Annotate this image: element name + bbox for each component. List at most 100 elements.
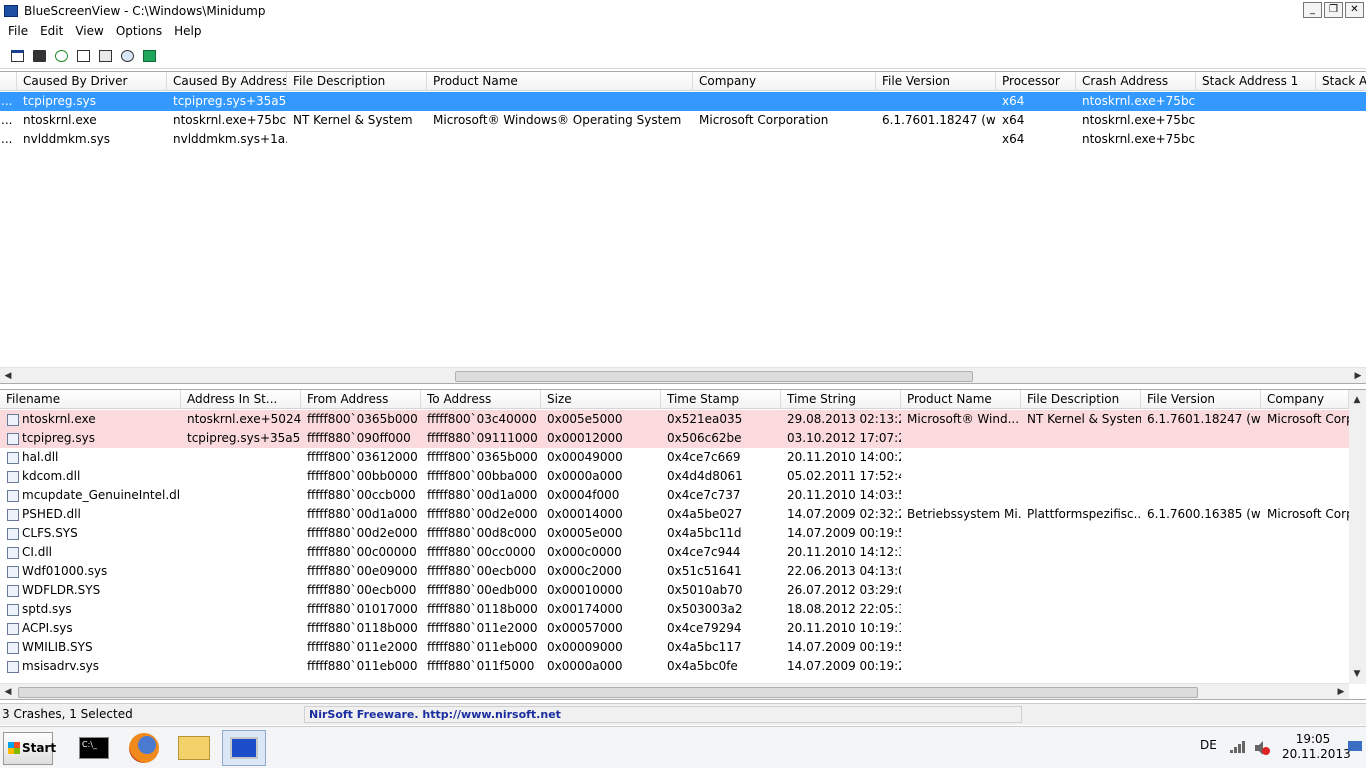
column-header-product-name[interactable]: Product Name (901, 390, 1021, 409)
properties-icon[interactable] (8, 47, 26, 65)
cell-from-address: fffff800`03612000 (307, 450, 418, 464)
column-header-caused-by-driver[interactable]: Caused By Driver (17, 72, 167, 91)
show-desktop-icon[interactable] (1348, 741, 1362, 753)
crash-row[interactable]: ... nvlddmkm.sys nvlddmkm.sys+1a... x64 … (0, 130, 1366, 149)
nirsoft-link[interactable]: NirSoft Freeware. http://www.nirsoft.net (304, 706, 1022, 723)
column-header-crash-address[interactable]: Crash Address (1076, 72, 1196, 91)
cell-processor: x64 (1002, 94, 1025, 108)
start-button[interactable]: Start (3, 732, 56, 765)
cell-time-string: 14.07.2009 00:19:57 (787, 526, 901, 540)
driver-row[interactable]: sptd.sys fffff880`01017000 fffff880`0118b0… (0, 600, 1349, 619)
driver-row[interactable]: mcupdate_GenuineIntel.dll fffff880`00ccb0… (0, 486, 1349, 505)
column-header-time-stamp[interactable]: Time Stamp (661, 390, 781, 409)
menu-options[interactable]: Options (110, 24, 168, 38)
cell-file-description: NT Kernel & System (1027, 412, 1141, 426)
column-header-stack-address-1[interactable]: Stack Address 1 (1196, 72, 1316, 91)
cell-filename: mcupdate_GenuineIntel.dll (22, 488, 181, 502)
cell-processor: x64 (1002, 132, 1025, 146)
cell-from-address: fffff880`011e2000 (307, 640, 418, 654)
scroll-up-icon[interactable]: ▲ (1349, 392, 1365, 409)
cell-time-string: 20.11.2010 10:19:16 (787, 621, 901, 635)
driver-row[interactable]: kdcom.dll fffff800`00bb0000 fffff800`00bba… (0, 467, 1349, 486)
column-header-from-address[interactable]: From Address (301, 390, 421, 409)
column-header-to-address[interactable]: To Address (421, 390, 541, 409)
menu-help[interactable]: Help (168, 24, 207, 38)
scroll-left-icon[interactable]: ◀ (0, 368, 16, 383)
cell-size: 0x0004f000 (547, 488, 620, 502)
column-header-file-version[interactable]: File Version (876, 72, 996, 91)
copy-icon[interactable] (74, 47, 92, 65)
scroll-right-icon[interactable]: ▶ (1333, 684, 1349, 699)
driver-row[interactable]: ntoskrnl.exe ntoskrnl.exe+5024ec fffff800`… (0, 410, 1349, 429)
column-header-stack-address-2[interactable]: Stack Ad (1316, 72, 1366, 91)
driver-list-vscrollbar[interactable]: ▲ ▼ (1349, 390, 1366, 684)
scrollbar-thumb[interactable] (18, 687, 1198, 698)
firefox-icon[interactable] (122, 730, 166, 766)
cmd-icon[interactable]: C:\_ (72, 730, 116, 766)
cell-time-string: 26.07.2012 03:29:04 (787, 583, 901, 597)
scroll-right-icon[interactable]: ▶ (1350, 368, 1366, 383)
menu-edit[interactable]: Edit (34, 24, 69, 38)
refresh-icon[interactable] (52, 47, 70, 65)
crash-row[interactable]: ... ntoskrnl.exe ntoskrnl.exe+75bc0 NT K… (0, 111, 1366, 130)
explorer-icon[interactable] (172, 730, 216, 766)
column-header-file-description[interactable]: File Description (1021, 390, 1141, 409)
cell-stack-address-1 (1196, 111, 1316, 130)
cell-to-address: fffff880`00d1a000 (427, 488, 538, 502)
cell-address-in-stack (181, 505, 301, 524)
column-header-address-in-stack[interactable]: Address In St... (181, 390, 301, 409)
column-header-prefix[interactable] (0, 72, 17, 91)
driver-row[interactable]: CI.dll fffff880`00c00000 fffff880`00cc0000… (0, 543, 1349, 562)
cell-to-address: fffff880`00ecb000 (427, 564, 537, 578)
menu-view[interactable]: View (69, 24, 109, 38)
scroll-left-icon[interactable]: ◀ (0, 684, 16, 699)
cell-size: 0x0000a000 (547, 469, 623, 483)
driver-row[interactable]: WDFLDR.SYS fffff880`00ecb000 fffff880`00ed… (0, 581, 1349, 600)
bluescreenview-icon[interactable] (222, 730, 266, 766)
minimize-button[interactable]: _ (1303, 2, 1322, 18)
cell-size: 0x00057000 (547, 621, 623, 635)
volume-muted-icon[interactable] (1254, 741, 1270, 755)
column-header-file-description[interactable]: File Description (287, 72, 427, 91)
cell-time-stamp: 0x521ea035 (667, 412, 743, 426)
crash-row[interactable]: ... tcpipreg.sys tcpipreg.sys+35a5 x64 n… (0, 92, 1366, 111)
driver-row[interactable]: WMILIB.SYS fffff880`011e2000 fffff880`011e… (0, 638, 1349, 657)
driver-row[interactable]: Wdf01000.sys fffff880`00e09000 fffff880`00… (0, 562, 1349, 581)
column-header-caused-by-address[interactable]: Caused By Address (167, 72, 287, 91)
clock[interactable]: 19:05 20.11.2013 (1282, 732, 1351, 762)
save-icon[interactable] (30, 47, 48, 65)
options-icon[interactable] (96, 47, 114, 65)
driver-list-hscrollbar[interactable]: ◀ ▶ (0, 683, 1349, 699)
cell-address-in-stack (181, 562, 301, 581)
toolbar (0, 43, 1366, 69)
driver-row[interactable]: tcpipreg.sys tcpipreg.sys+35a5 fffff880`09… (0, 429, 1349, 448)
cell-to-address: fffff880`00cc0000 (427, 545, 536, 559)
close-button[interactable]: ✕ (1345, 2, 1364, 18)
column-header-company[interactable]: Company (1261, 390, 1349, 409)
menu-file[interactable]: File (2, 24, 34, 38)
menu-bar: File Edit View Options Help (0, 21, 1366, 41)
find-icon[interactable] (118, 47, 136, 65)
driver-row[interactable]: ACPI.sys fffff880`0118b000 fffff880`011e20… (0, 619, 1349, 638)
maximize-button[interactable]: ❐ (1324, 2, 1343, 18)
column-header-processor[interactable]: Processor (996, 72, 1076, 91)
language-indicator[interactable]: DE (1200, 738, 1217, 752)
scroll-down-icon[interactable]: ▼ (1349, 666, 1365, 683)
column-header-file-version[interactable]: File Version (1141, 390, 1261, 409)
column-header-product-name[interactable]: Product Name (427, 72, 693, 91)
cell-file-description (1021, 600, 1141, 619)
driver-row[interactable]: msisadrv.sys fffff880`011eb000 fffff880`01… (0, 657, 1349, 676)
network-icon[interactable] (1230, 741, 1246, 753)
cell-from-address: fffff880`00e09000 (307, 564, 418, 578)
cell-file-description: Plattformspezifisc... (1027, 507, 1141, 521)
column-header-time-string[interactable]: Time String (781, 390, 901, 409)
column-header-size[interactable]: Size (541, 390, 661, 409)
driver-row[interactable]: hal.dll fffff800`03612000 fffff800`0365b00… (0, 448, 1349, 467)
driver-row[interactable]: PSHED.dll fffff880`00d1a000 fffff880`00d2e… (0, 505, 1349, 524)
crash-list-hscrollbar[interactable]: ◀ ▶ (0, 367, 1366, 383)
column-header-filename[interactable]: Filename (0, 390, 181, 409)
exit-icon[interactable] (140, 47, 158, 65)
scrollbar-thumb[interactable] (455, 371, 973, 382)
column-header-company[interactable]: Company (693, 72, 876, 91)
driver-row[interactable]: CLFS.SYS fffff880`00d2e000 fffff880`00d8c0… (0, 524, 1349, 543)
